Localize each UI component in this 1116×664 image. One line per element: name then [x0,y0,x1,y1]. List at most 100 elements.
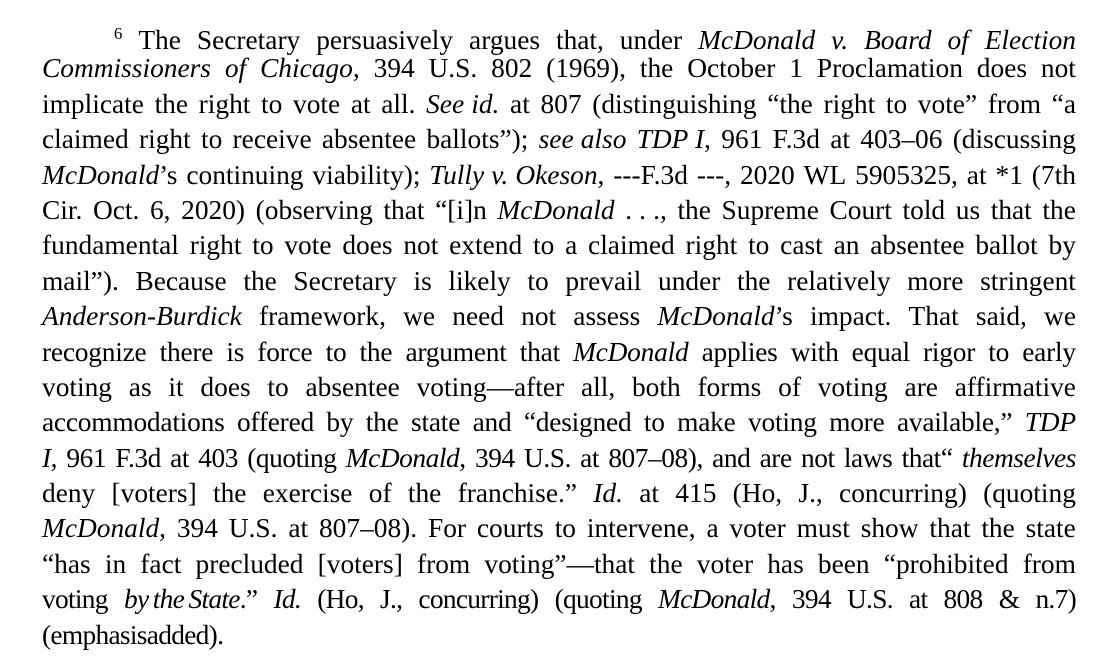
roman-text: Secretary [293,265,397,296]
text-word: 807–08), [608,441,703,476]
italic-text: Election [984,24,1076,55]
text-word: not [521,299,556,334]
text-word: to [326,335,347,370]
roman-text: exercise [262,478,353,509]
text-word: 6, [150,193,171,228]
roman-text: forms [697,371,762,402]
text-word: that [929,511,970,546]
roman-text: to [554,513,576,544]
text-word: McDonald [497,193,614,228]
roman-text: franchise.” [457,478,577,509]
text-word: all. [381,87,415,122]
italic-text: I [42,442,51,473]
roman-text: more [829,407,885,438]
text-word: claimed [42,122,129,157]
text-line: fundamental right to vote does not extend to a cl… [42,228,1076,263]
roman-text: That [908,301,959,332]
roman-text: to [532,230,555,261]
roman-text: told [902,194,946,225]
text-word: more [829,405,885,440]
text-word: cast [780,228,823,263]
text-word: continuing [186,158,303,193]
italic-text: Tully v. Okeson [429,159,598,190]
text-word: added). [147,620,224,650]
roman-text: argues [469,24,541,55]
text-word: TDP [1025,405,1076,440]
roman-text: are [759,442,793,473]
text-word: exercise [263,476,353,511]
text-word: with [791,335,839,370]
roman-text: at [350,88,371,119]
text-word: the [649,547,682,582]
roman-text: WL [803,159,847,190]
text-word: 403–06 [860,122,942,157]
text-line: Cir. Oct. 6, 2020) (observing that “[i]n McDona… [42,193,1076,228]
text-word: make [677,405,736,440]
text-word: the [213,476,246,511]
text-word: Id. [273,582,301,617]
text-word: of [369,476,392,511]
text-word: framework, [259,299,386,334]
text-word: at [639,476,659,511]
text-word: viability); [312,158,420,193]
text-word: “a [1052,87,1076,122]
text-word: voter [729,511,785,546]
text-word: right [686,228,738,263]
text-line: Anderson-Burdick framework, we need not asses… [42,299,1076,334]
roman-text: voting [748,407,817,438]
roman-text: to [325,336,347,367]
roman-text: of [368,478,392,509]
text-word: voting—after [417,370,565,405]
roman-text: 394 [474,442,515,473]
roman-text: to [527,265,549,296]
text-word: a [706,511,718,546]
roman-text: force [257,336,313,367]
roman-text: at [170,442,189,473]
roman-text: The [138,24,181,55]
text-word: the [1042,193,1075,228]
text-word: F.3d [115,441,161,476]
roman-text: to [885,88,908,119]
text-word: (1969), [546,51,626,86]
roman-text: U.S. [228,513,278,544]
text-word: told [903,193,946,228]
roman-text: .” [239,584,258,615]
roman-text: argument [405,336,507,367]
roman-text: by [326,407,354,438]
text-word: the [155,87,188,122]
text-word: at [288,511,308,546]
roman-text: the [407,478,442,509]
roman-text: extend [449,230,523,261]
roman-text: (emphasis [42,619,147,650]
roman-text: not [403,230,439,261]
text-word: J., [380,582,403,617]
roman-text: and [472,407,512,438]
roman-text: U.S. [523,442,571,473]
roman-text: cast [780,230,823,261]
text-line: accommodations offered by the state and “desig… [42,405,1076,440]
text-word: forms [697,370,761,405]
roman-text: assess [573,301,641,332]
text-word: ---, [697,158,731,193]
roman-text: the [737,265,771,296]
text-word: by [1049,228,1076,263]
roman-text: has [767,548,804,579]
roman-text: *1 [995,159,1023,190]
roman-text: “prohibited [883,548,1009,579]
text-word: 5905325, [855,158,958,193]
roman-text: under [619,24,683,55]
text-word: recognize [42,335,147,370]
text-line: voting by the State.” Id. (Ho, J., concurring… [42,582,1077,617]
text-word: deny [42,476,95,511]
roman-text: receive [232,124,312,155]
roman-text: claimed [42,124,129,155]
text-word: from [988,87,1041,122]
roman-text: “has [42,548,91,579]
roman-text: voting [42,371,113,402]
roman-text: been [817,548,870,579]
text-word: October [687,51,775,86]
text-word: & [999,582,1020,617]
roman-text: 807–08), [608,442,703,473]
text-word: not [403,228,438,263]
text-word: that [520,335,560,370]
